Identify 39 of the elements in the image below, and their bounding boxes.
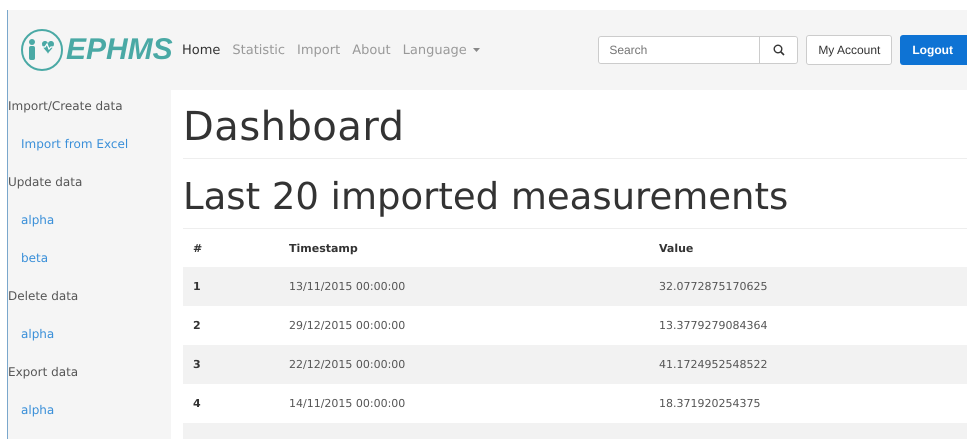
nav-link[interactable]: Statistic: [232, 42, 286, 58]
search-icon: [772, 44, 785, 56]
brand-name[interactable]: EPHMS: [66, 33, 173, 67]
sidebar-link[interactable]: alpha: [8, 400, 171, 438]
sidebar-link[interactable]: alpha: [8, 210, 171, 248]
table-cell: 32.0772875170625: [659, 280, 768, 293]
heart-person-logo-icon: [20, 28, 64, 72]
nav-link[interactable]: Import: [297, 42, 340, 58]
sidebar-heading: Export data: [8, 364, 80, 381]
table-cell: 14/11/2015 00:00:00: [289, 397, 406, 410]
sidebar-link[interactable]: beta: [8, 248, 171, 286]
table-cell: 13/11/2015 00:00:00: [289, 280, 406, 293]
column-header: Timestamp: [289, 242, 358, 254]
caret-icon: [472, 48, 480, 52]
column-header: Value: [659, 242, 694, 254]
sidebar-link[interactable]: alpha: [8, 324, 171, 362]
sidebar-heading: Import/Create data: [8, 98, 124, 115]
sidebar-heading: Delete data: [8, 288, 80, 305]
sidebar-link[interactable]: Import from Excel: [8, 134, 171, 172]
sidebar-heading: Update data: [8, 174, 84, 191]
nav-link[interactable]: Home: [182, 42, 220, 58]
table-cell: 1: [193, 280, 201, 293]
table-cell: 13.3779279084364: [659, 319, 768, 332]
my-account-button[interactable]: My Account: [806, 35, 892, 65]
logout-button[interactable]: Logout: [900, 35, 967, 65]
section-title: Last 20 imported measurements: [183, 175, 790, 218]
column-header: #: [193, 242, 202, 254]
nav-link[interactable]: About: [352, 42, 391, 58]
table-cell: 3: [193, 358, 201, 371]
search-button[interactable]: [760, 36, 798, 64]
table-cell: 4: [193, 397, 201, 410]
page-title: Dashboard: [183, 104, 406, 150]
table-cell: 41.1724952548522: [659, 358, 768, 371]
table-cell: 18.371920254375: [659, 397, 760, 410]
language-menu[interactable]: Language: [402, 42, 480, 58]
table-cell: 29/12/2015 00:00:00: [289, 319, 406, 332]
table-cell: 2: [193, 319, 201, 332]
search-field[interactable]: Search: [598, 36, 760, 64]
table-cell: 22/12/2015 00:00:00: [289, 358, 406, 371]
